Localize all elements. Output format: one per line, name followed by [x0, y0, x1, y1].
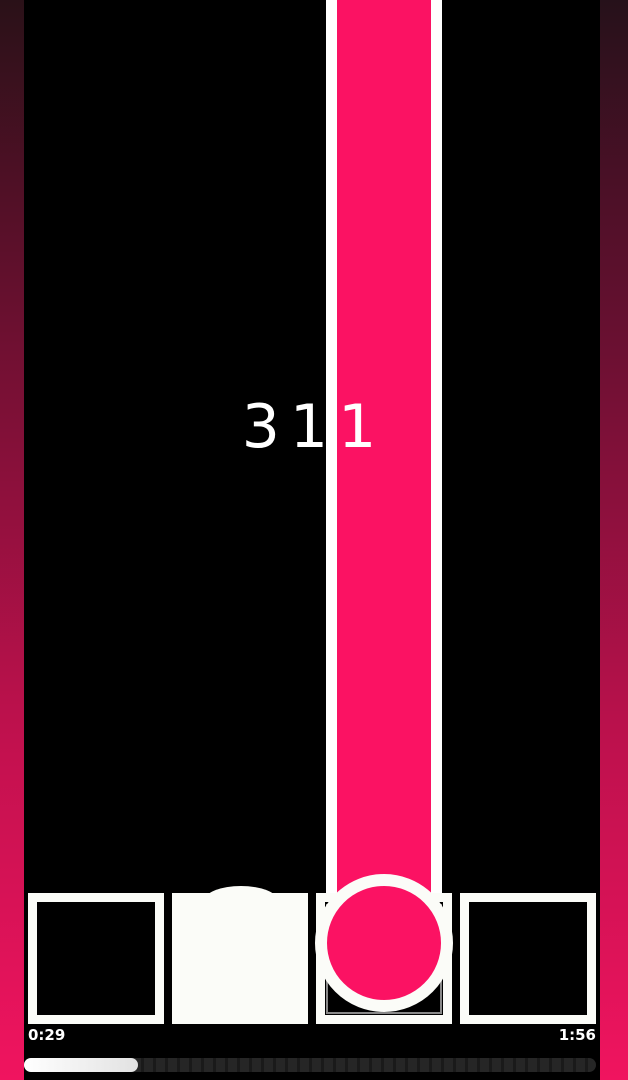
song-progress-fill	[24, 1058, 139, 1072]
current-time: 0:29	[28, 1026, 66, 1044]
lane-2-pad[interactable]	[172, 893, 308, 1024]
right-gradient-border	[600, 0, 628, 1080]
game-screen: 311 0:29 1:56	[0, 0, 628, 1080]
song-progress-bar[interactable]	[24, 1058, 596, 1072]
left-gradient-border	[0, 0, 24, 1080]
hit-note-circle[interactable]	[315, 874, 453, 1012]
score-display: 311	[241, 392, 387, 462]
lane-4-pad[interactable]	[460, 893, 596, 1024]
total-time: 1:56	[558, 1026, 596, 1044]
lane-1-pad[interactable]	[28, 893, 164, 1024]
